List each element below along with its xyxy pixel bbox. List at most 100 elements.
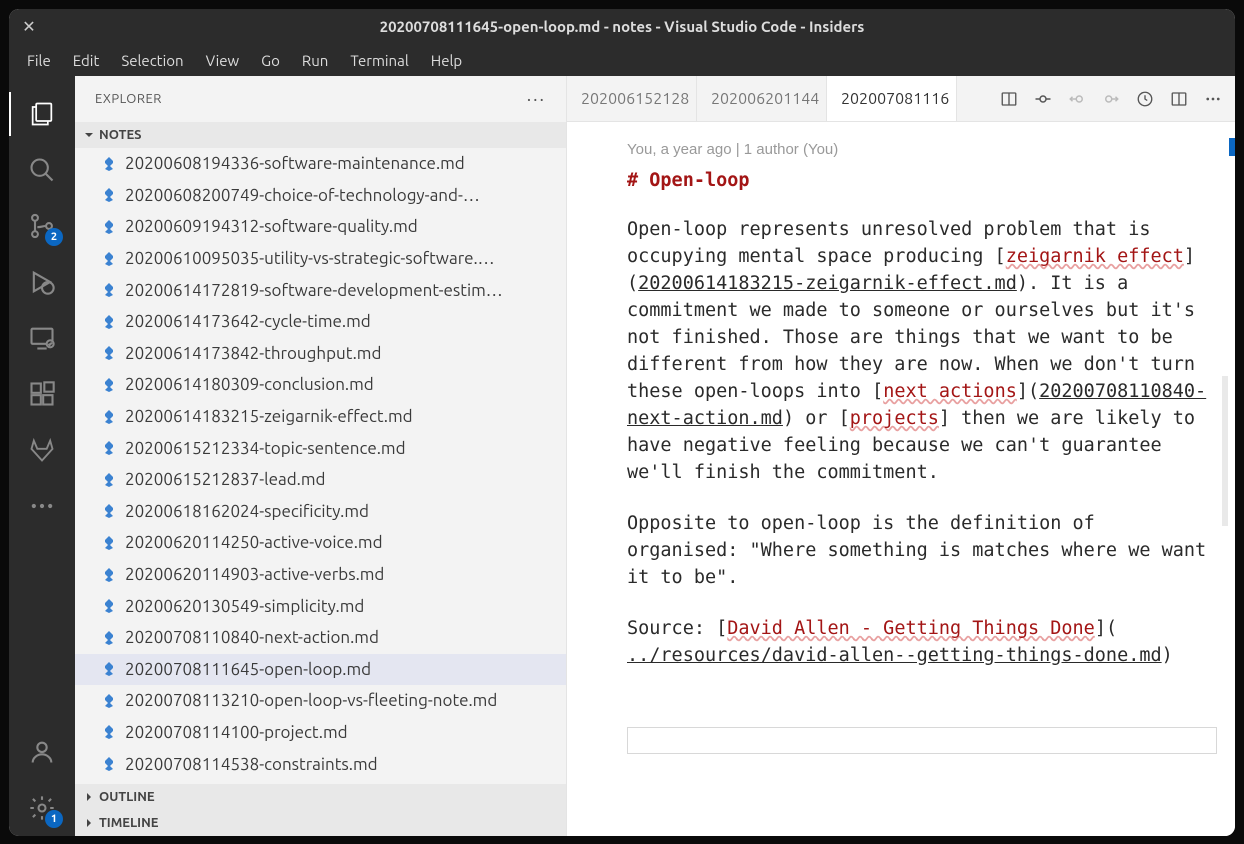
file-name: 20200620130549-simplicity.md — [125, 597, 364, 616]
markdown-file-icon — [101, 409, 117, 425]
sidebar: EXPLORER ··· NOTES 20200608194336-softwa… — [75, 76, 567, 836]
split-icon[interactable] — [1169, 89, 1189, 109]
file-list[interactable]: 20200608194336-software-maintenance.md 20… — [75, 148, 566, 784]
file-row[interactable]: 20200615212837-lead.md — [75, 464, 566, 496]
markdown-file-icon — [101, 535, 117, 551]
gitlab-icon[interactable] — [9, 422, 75, 478]
markdown-file-icon — [101, 472, 117, 488]
file-row[interactable]: 20200610095035-utility-vs-strategic-soft… — [75, 243, 566, 275]
section-outline[interactable]: OUTLINE — [75, 784, 566, 810]
link-next-actions[interactable]: next actions — [883, 381, 1017, 402]
file-row[interactable]: 20200708114100-project.md — [75, 717, 566, 749]
file-row[interactable]: 20200620114250-active-voice.md — [75, 527, 566, 559]
menu-run[interactable]: Run — [292, 48, 338, 73]
file-row[interactable]: 20200609194312-software-quality.md — [75, 211, 566, 243]
activitybar: 2 1 — [9, 76, 75, 836]
file-name: 20200620114903-active-verbs.md — [125, 565, 384, 584]
section-timeline[interactable]: TIMELINE — [75, 810, 566, 836]
markdown-file-icon — [101, 219, 117, 235]
markdown-file-icon — [101, 345, 117, 361]
source-control-icon[interactable]: 2 — [9, 198, 75, 254]
file-row[interactable]: 20200608200749-choice-of-technology-and-… — [75, 180, 566, 212]
file-name: 20200614173642-cycle-time.md — [125, 312, 371, 331]
editor-more-icon[interactable] — [1203, 89, 1223, 109]
extensions-icon[interactable] — [9, 366, 75, 422]
file-row[interactable]: 20200614172819-software-development-esti… — [75, 274, 566, 306]
file-row[interactable]: 20200614183215-zeigarnik-effect.md — [75, 401, 566, 433]
markdown-file-icon — [101, 630, 117, 646]
file-name: 20200615212837-lead.md — [125, 470, 325, 489]
link-zeigarnik[interactable]: zeigarnik effect — [1006, 246, 1184, 267]
file-name: 20200620114250-active-voice.md — [125, 533, 383, 552]
file-row[interactable]: 20200620114903-active-verbs.md — [75, 559, 566, 591]
editor: 202006152128 202006201144 202007081116 Y… — [567, 76, 1235, 836]
section-notes[interactable]: NOTES — [75, 122, 566, 148]
remote-icon[interactable] — [9, 310, 75, 366]
revision-icon[interactable] — [1135, 89, 1155, 109]
cursor-line-highlight — [627, 727, 1217, 754]
menu-go[interactable]: Go — [251, 48, 290, 73]
file-row[interactable]: 20200708111645-open-loop.md — [75, 654, 566, 686]
file-row[interactable]: 20200620130549-simplicity.md — [75, 590, 566, 622]
editor-content[interactable]: You, a year ago | 1 author (You) # Open-… — [567, 122, 1235, 836]
markdown-file-icon — [101, 251, 117, 267]
file-name: 20200608194336-software-maintenance.md — [125, 154, 465, 173]
file-name: 20200708114538-constraints.md — [125, 755, 378, 774]
menu-terminal[interactable]: Terminal — [340, 48, 418, 73]
markdown-file-icon — [101, 661, 117, 677]
tabbar: 202006152128 202006201144 202007081116 — [567, 76, 1235, 122]
markdown-file-icon — [101, 567, 117, 583]
markdown-file-icon — [101, 598, 117, 614]
file-row[interactable]: 20200708114538-constraints.md — [75, 748, 566, 780]
git-prev-icon[interactable] — [1067, 89, 1087, 109]
tab-1[interactable]: 202006201144 — [697, 76, 827, 121]
explorer-icon[interactable] — [9, 86, 75, 142]
link-source[interactable]: David Allen - Getting Things Done — [727, 618, 1095, 639]
file-row[interactable]: 20200614180309-conclusion.md — [75, 369, 566, 401]
link-projects[interactable]: projects — [850, 408, 939, 429]
file-name: 20200708111645-open-loop.md — [125, 660, 371, 679]
markdown-file-icon — [101, 314, 117, 330]
more-icon[interactable] — [9, 478, 75, 534]
file-name: 20200614173842-throughput.md — [125, 344, 381, 363]
file-row[interactable]: 20200615212334-topic-sentence.md — [75, 432, 566, 464]
markdown-file-icon — [101, 156, 117, 172]
menu-edit[interactable]: Edit — [63, 48, 110, 73]
sidebar-more-icon[interactable]: ··· — [527, 89, 546, 109]
markdown-file-icon — [101, 724, 117, 740]
menu-selection[interactable]: Selection — [111, 48, 193, 73]
file-name: 20200618162024-specificity.md — [125, 502, 369, 521]
file-name: 20200708113210-open-loop-vs-fleeting-not… — [125, 691, 497, 710]
window-close-button[interactable]: ✕ — [9, 17, 49, 36]
run-debug-icon[interactable] — [9, 254, 75, 310]
git-next-icon[interactable] — [1101, 89, 1121, 109]
accounts-icon[interactable] — [9, 724, 75, 780]
menu-help[interactable]: Help — [421, 48, 472, 73]
preview-icon[interactable] — [999, 89, 1019, 109]
search-icon[interactable] — [9, 142, 75, 198]
markdown-file-icon — [101, 282, 117, 298]
file-row[interactable]: 20200708113210-open-loop-vs-fleeting-not… — [75, 685, 566, 717]
file-row[interactable]: 20200608194336-software-maintenance.md — [75, 148, 566, 180]
menubar: File Edit Selection View Go Run Terminal… — [9, 44, 1235, 76]
menu-file[interactable]: File — [17, 48, 61, 73]
paragraph-3: Source: [David Allen - Getting Things Do… — [627, 615, 1207, 669]
menu-view[interactable]: View — [196, 48, 250, 73]
paragraph-1: Open-loop represents unresolved problem … — [627, 216, 1207, 486]
file-name: 20200614180309-conclusion.md — [125, 375, 374, 394]
md-heading: # Open-loop — [627, 167, 1235, 194]
file-row[interactable]: 20200614173842-throughput.md — [75, 338, 566, 370]
tab-2[interactable]: 202007081116 — [827, 76, 957, 121]
file-name: 20200615212334-topic-sentence.md — [125, 439, 406, 458]
tab-0[interactable]: 202006152128 — [567, 76, 697, 121]
file-name: 20200708110840-next-action.md — [125, 628, 379, 647]
markdown-file-icon — [101, 440, 117, 456]
settings-badge: 1 — [45, 810, 63, 828]
markdown-file-icon — [101, 377, 117, 393]
settings-icon[interactable]: 1 — [9, 780, 75, 836]
titlebar: ✕ 20200708111645-open-loop.md - notes - … — [9, 9, 1235, 44]
file-row[interactable]: 20200614173642-cycle-time.md — [75, 306, 566, 338]
file-row[interactable]: 20200618162024-specificity.md — [75, 496, 566, 528]
file-row[interactable]: 20200708110840-next-action.md — [75, 622, 566, 654]
git-commit-icon[interactable] — [1033, 89, 1053, 109]
